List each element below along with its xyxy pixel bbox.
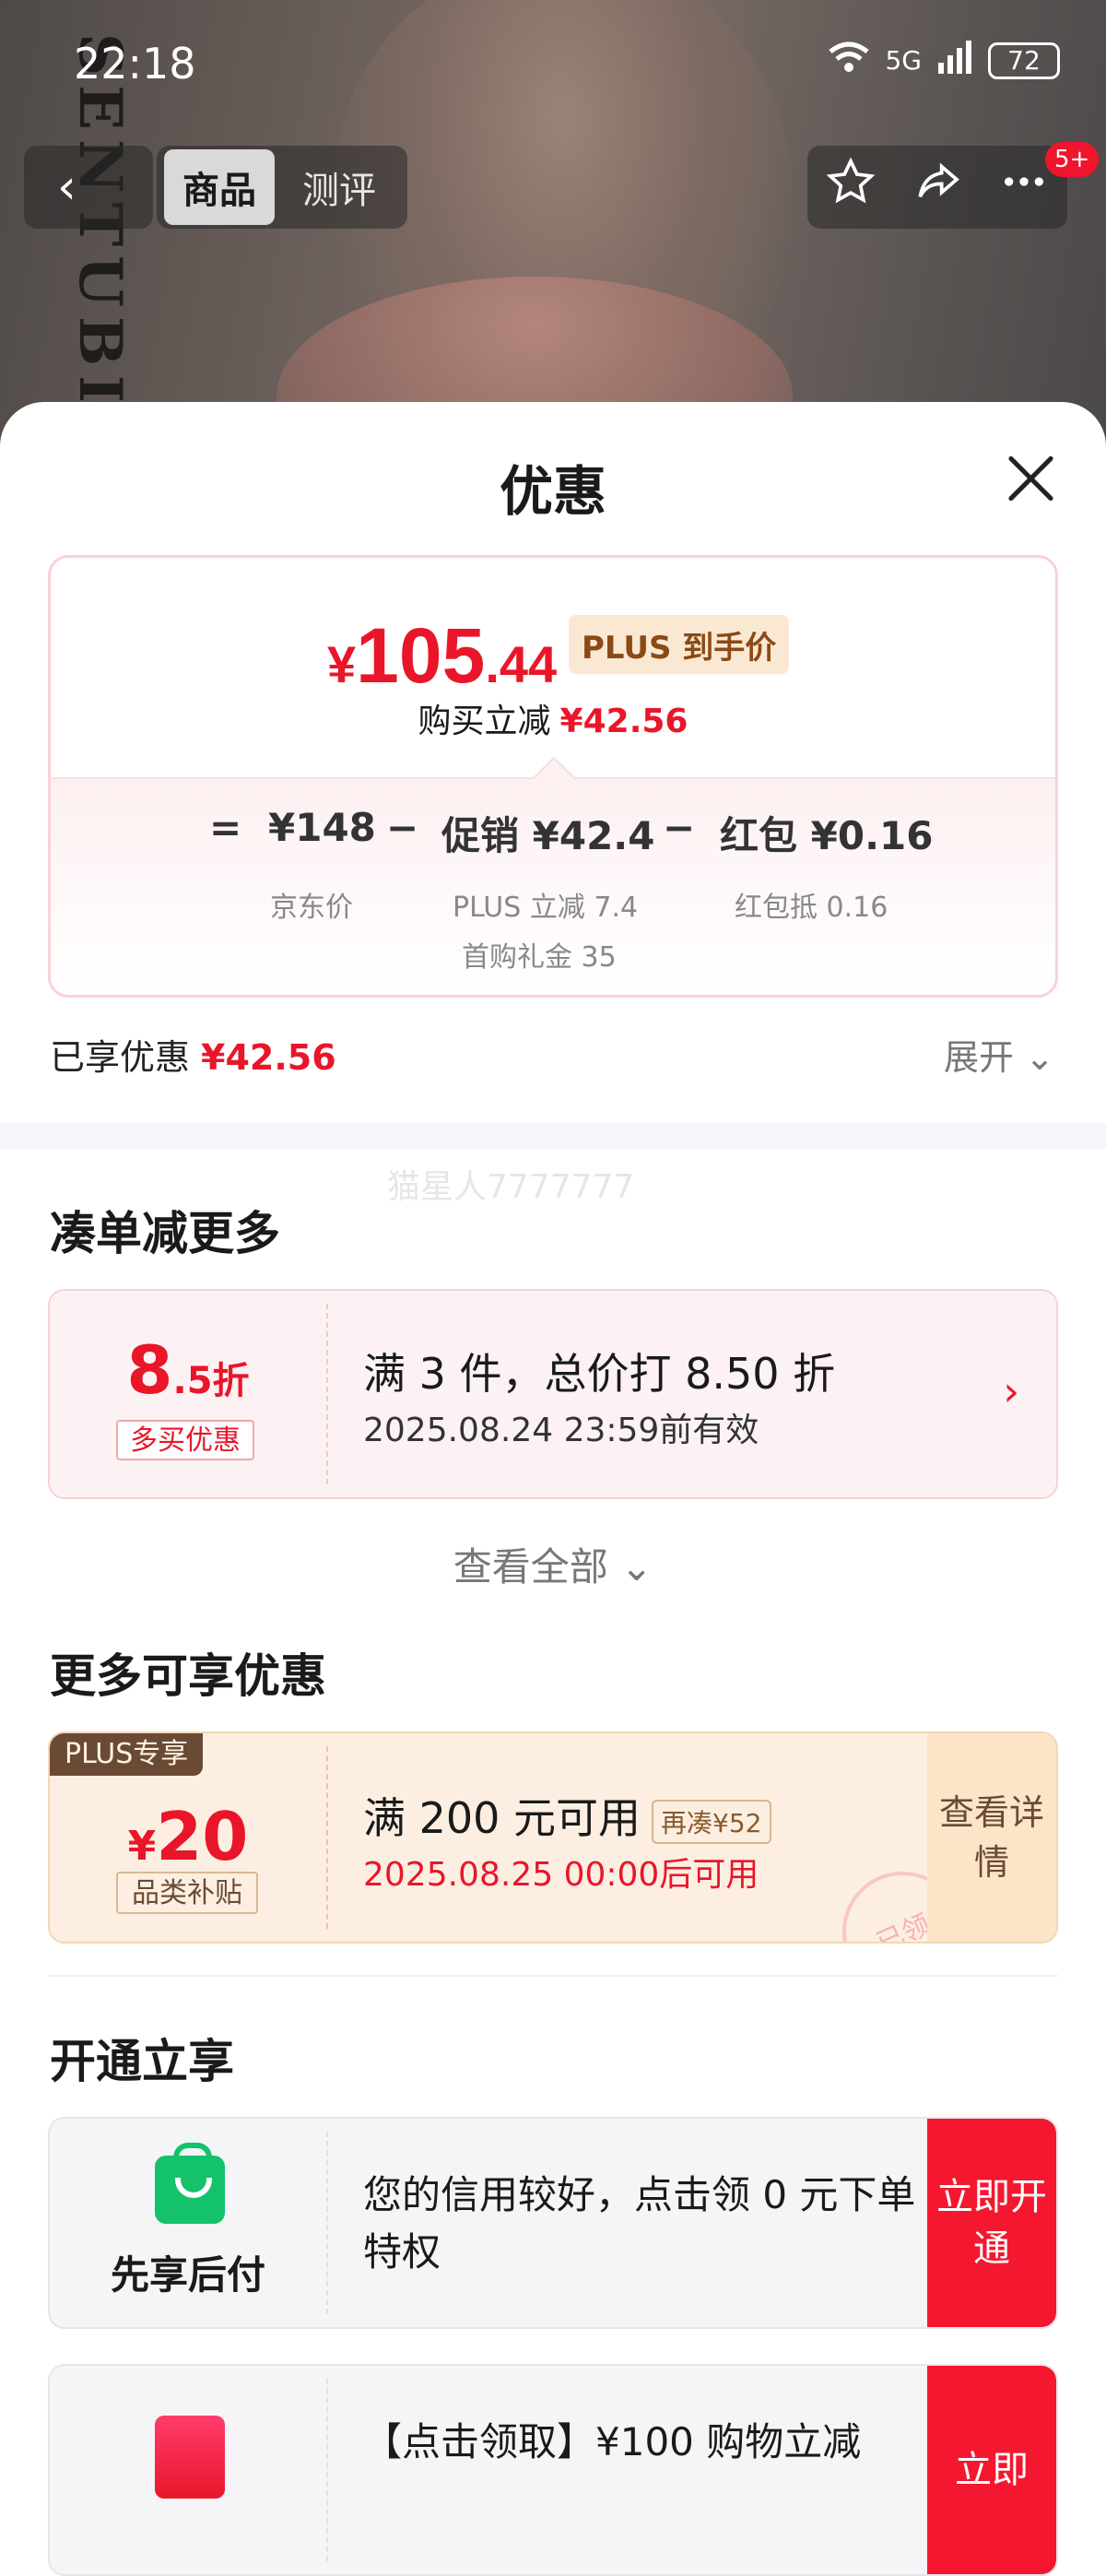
shopping-reduce-text: 【点击领取】¥100 购物立减 (363, 2419, 862, 2464)
coupon-condition: 满 200 元可用 (363, 1793, 641, 1843)
section-title-open: 开通立享 (50, 2035, 234, 2088)
first-gift-label: 首购礼金 35 (462, 941, 617, 974)
buy-reduce: 购买立减 ¥42.56 (51, 694, 1055, 742)
card-left: 先享后付 (50, 2119, 326, 2327)
product-tabs: 商品 测评 (157, 146, 407, 229)
price-summary-card: ¥105.44 PLUS 到手价 购买立减 ¥42.56 = ¥148 − 促销 … (48, 555, 1058, 998)
coupon-main-text: 满 200 元可用 再凑¥52 (363, 1785, 771, 1846)
coupon-left: 8.5折 多买优惠 (50, 1291, 326, 1497)
chevron-down-icon: ⌄ (1025, 1037, 1054, 1078)
section-title-more-items: 凑单减更多 (50, 1207, 280, 1260)
expand-button[interactable]: 展开 ⌄ (944, 1029, 1054, 1080)
pay-later-brand: 先享后付 (110, 2252, 265, 2298)
signal-icon (936, 41, 973, 80)
final-price: ¥105.44 (327, 611, 557, 701)
star-icon[interactable] (825, 156, 877, 219)
formula-row: = ¥148 − 促销 ¥42.4 − 红包 ¥0.16 (51, 805, 1055, 869)
share-icon[interactable] (912, 156, 963, 219)
price-decimal: .44 (485, 635, 558, 693)
divider (48, 1975, 1058, 1977)
coupon-currency: ¥ (127, 1823, 157, 1870)
network-label: 5G (885, 45, 922, 76)
redpacket-label: 红包抵 0.16 (735, 892, 888, 924)
nav-actions (807, 146, 1067, 229)
discount-sheet: 优惠 ¥105.44 PLUS 到手价 购买立减 ¥42.56 = ¥148 − … (0, 402, 1106, 2576)
reduce-label: 购买立减 (418, 703, 551, 740)
sheet-title: 优惠 (499, 460, 606, 523)
price-breakdown: = ¥148 − 促销 ¥42.4 − 红包 ¥0.16 京东价 PLUS 立减… (51, 777, 1055, 995)
back-button[interactable]: ‹ (24, 146, 153, 229)
discount-value: 8.5折 (50, 1331, 326, 1409)
status-time: 22:18 (74, 39, 196, 89)
pay-later-text: 您的信用较好，点击领 0 元下单特权 (363, 2172, 916, 2275)
redpacket-amount: 红包 ¥0.16 (720, 813, 934, 858)
reduce-amount: ¥42.56 (559, 703, 688, 740)
category-subsidy-coupon[interactable]: PLUS专享 ¥20 品类补贴 满 200 元可用 再凑¥52 2025.08.2… (48, 1731, 1058, 1944)
card-body: 您的信用较好，点击领 0 元下单特权 (363, 2119, 918, 2327)
tab-product[interactable]: 商品 (164, 149, 275, 225)
card-left (50, 2366, 326, 2574)
minus-sign: − (663, 805, 696, 850)
price-symbol: ¥ (327, 635, 357, 693)
multi-buy-tag: 多买优惠 (116, 1420, 254, 1460)
coupon-validity: 2025.08.24 23:59前有效 (363, 1412, 759, 1449)
coupon-amount-value: 20 (156, 1798, 249, 1875)
enjoyed-discount: 已享优惠 ¥42.56 (50, 1029, 336, 1080)
enjoyed-label: 已享优惠 (50, 1037, 191, 1078)
plus-price-tag: PLUS 到手价 (569, 615, 790, 674)
coupon-body: 满 200 元可用 再凑¥52 2025.08.25 00:00后可用 (363, 1733, 918, 1942)
coupon-main-text: 满 3 件，总价打 8.50 折 (363, 1349, 836, 1399)
tab-review[interactable]: 测评 (284, 149, 394, 225)
chevron-down-icon: ⌄ (620, 1544, 653, 1589)
coupon-validity: 2025.08.25 00:00后可用 (363, 1856, 759, 1894)
price-top: ¥105.44 PLUS 到手价 购买立减 ¥42.56 (51, 558, 1055, 777)
battery-icon: 72 (988, 41, 1060, 79)
section-title-more-offers: 更多可享优惠 (50, 1649, 326, 1703)
pay-later-card[interactable]: 先享后付 您的信用较好，点击领 0 元下单特权 立即开通 (48, 2117, 1058, 2329)
coupon-amount: ¥20 (50, 1798, 326, 1875)
price-integer: 105 (356, 612, 486, 699)
notification-badge: 5+ (1045, 142, 1100, 177)
discount-big: 8 (126, 1331, 173, 1409)
card-body: 【点击领取】¥100 购物立减 (363, 2366, 918, 2574)
claim-now-button[interactable]: 立即 (927, 2366, 1056, 2574)
promo-amount: 促销 ¥42.4 (441, 813, 655, 858)
coupon-body: 满 3 件，总价打 8.50 折 2025.08.24 23:59前有效 (363, 1291, 946, 1497)
shopping-bag-icon (155, 2143, 225, 2224)
base-price: ¥148 (268, 805, 376, 850)
category-subsidy-tag: 品类补贴 (116, 1872, 258, 1914)
view-all-label: 查看全部 (453, 1544, 608, 1589)
coupon-separator (326, 1746, 328, 1929)
more-icon[interactable] (998, 156, 1050, 219)
plus-reduce-label: PLUS 立减 7.4 (453, 892, 639, 924)
watermark: 猫星人7777777 (387, 1168, 635, 1206)
card-separator (326, 2379, 328, 2561)
expand-label: 展开 (944, 1037, 1015, 1078)
status-bar: 22:18 5G 72 (0, 0, 1106, 129)
status-icons: 5G 72 (828, 41, 1060, 80)
view-all-button[interactable]: 查看全部 ⌄ (0, 1536, 1106, 1592)
minus-sign: − (386, 805, 419, 850)
plus-exclusive-ribbon: PLUS专享 (50, 1733, 204, 1776)
base-price-label: 京东价 (270, 892, 353, 924)
wifi-icon (828, 41, 870, 80)
chevron-left-icon: ‹ (57, 160, 76, 215)
chevron-right-icon: › (1003, 1368, 1019, 1415)
equals-sign: = (209, 805, 242, 850)
multi-buy-coupon[interactable]: 8.5折 多买优惠 满 3 件，总价打 8.50 折 2025.08.24 23… (48, 1289, 1058, 1499)
section-divider (0, 1123, 1106, 1149)
close-icon[interactable] (1003, 450, 1058, 505)
coupon-separator (326, 1304, 328, 1484)
view-details-button[interactable]: 查看详情 (927, 1733, 1056, 1942)
enjoyed-amount: ¥42.56 (201, 1037, 336, 1078)
discount-small: .5折 (172, 1360, 250, 1402)
card-separator (326, 2132, 328, 2314)
activate-now-button[interactable]: 立即开通 (927, 2119, 1056, 2327)
shopping-reduce-card[interactable]: 【点击领取】¥100 购物立减 立即 (48, 2364, 1058, 2576)
add-more-pill: 再凑¥52 (652, 1799, 771, 1844)
gift-card-icon (155, 2416, 225, 2499)
